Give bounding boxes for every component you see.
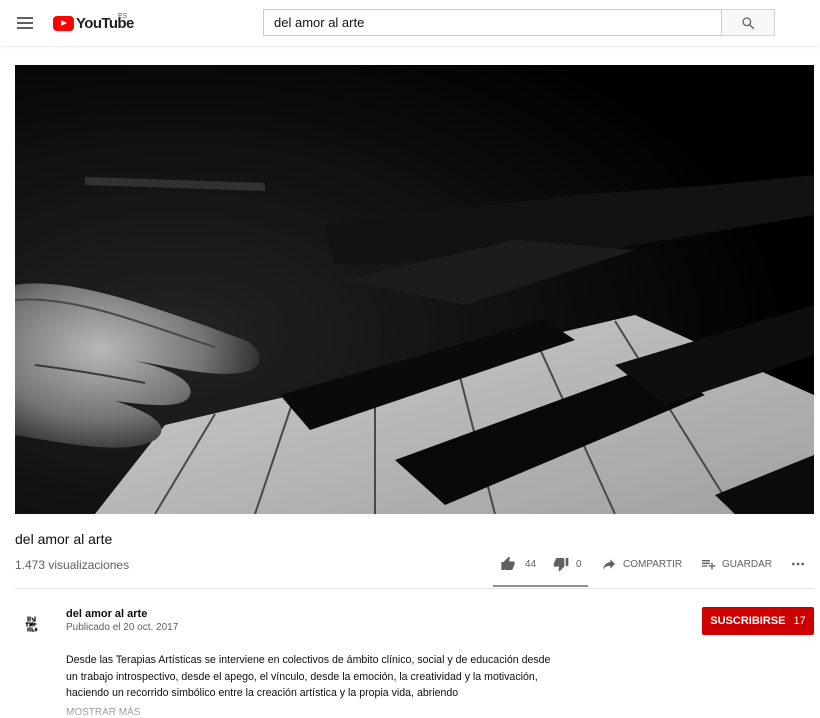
divider — [15, 588, 814, 589]
search-icon — [742, 16, 754, 29]
search-input[interactable] — [264, 10, 721, 35]
video-frame — [15, 65, 814, 514]
country-code: ES — [118, 13, 128, 20]
show-more-button[interactable]: MOSTRAR MÁS — [66, 707, 140, 718]
subscriber-count: 17 — [793, 615, 806, 627]
avatar[interactable] — [20, 611, 46, 637]
like-count: 44 — [525, 558, 537, 570]
search-button[interactable] — [722, 9, 775, 36]
subscribe-label: SUSCRIBIRSE — [710, 615, 786, 627]
video-description: Desde las Terapias Artísticas se intervi… — [66, 654, 551, 699]
publish-date: Publicado el 20 oct. 2017 — [66, 622, 179, 633]
share-label: COMPARTIR — [623, 558, 683, 570]
thumb-down-icon — [553, 558, 569, 572]
save-button[interactable]: GUARDAR — [700, 556, 772, 572]
menu-icon[interactable] — [12, 11, 38, 35]
masthead: YouTube ES — [0, 0, 820, 46]
dislike-button[interactable]: 0 — [553, 556, 582, 572]
video-title: del amor al arte — [15, 531, 113, 547]
more-icon — [792, 562, 804, 566]
search-box — [263, 9, 722, 36]
like-button[interactable]: 44 — [500, 556, 536, 572]
sentiment-bar — [493, 585, 588, 587]
more-button[interactable] — [790, 556, 806, 572]
subscribe-button[interactable]: SUSCRIBIRSE 17 — [702, 607, 814, 635]
share-button[interactable]: COMPARTIR — [601, 556, 682, 572]
channel-name[interactable]: del amor al arte — [66, 608, 147, 620]
view-count: 1.473 visualizaciones — [15, 558, 130, 572]
share-icon — [603, 559, 615, 570]
video-player[interactable] — [15, 65, 814, 514]
thumb-up-icon — [501, 556, 515, 570]
channel-logo-icon — [25, 616, 38, 632]
save-label: GUARDAR — [722, 558, 773, 570]
playlist-add-icon — [702, 560, 716, 570]
dislike-count: 0 — [576, 558, 582, 570]
youtube-logo-icon — [53, 15, 74, 31]
